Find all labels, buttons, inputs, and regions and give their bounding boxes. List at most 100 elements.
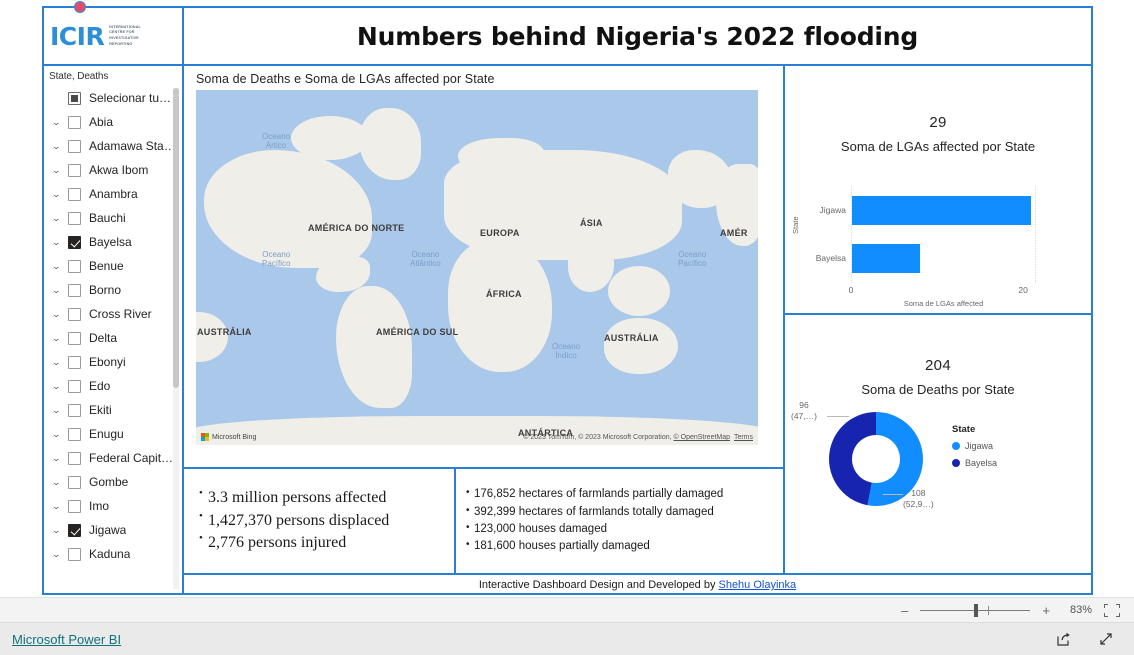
bar-category-label: Bayelsa [815, 253, 846, 263]
openstreetmap-link[interactable]: © OpenStreetMap [674, 434, 731, 441]
stat-item: 2,776 persons injured [199, 531, 389, 555]
stats-damage-list: 176,852 hectares of farmlands partially … [464, 485, 723, 556]
slicer-checkbox[interactable] [68, 235, 81, 249]
zoom-out-button[interactable]: – [901, 604, 908, 617]
slicer-checkbox[interactable] [68, 307, 81, 321]
zoom-slider-thumb[interactable] [974, 603, 979, 617]
map-visual[interactable]: Soma de Deaths e Soma de LGAs affected p… [184, 66, 783, 467]
chevron-down-icon[interactable]: ⌄ [52, 285, 67, 295]
chevron-down-icon[interactable]: ⌄ [52, 333, 67, 343]
slicer-checkbox[interactable] [68, 91, 81, 105]
slicer-scrollbar-thumb[interactable] [173, 88, 179, 388]
map-canvas[interactable]: Oceano Ártico Oceano Pacífico Oceano Atl… [196, 90, 758, 445]
slicer-item[interactable]: ⌄ Kaduna [44, 542, 182, 566]
chevron-down-icon[interactable]: ⌄ [52, 477, 67, 487]
chevron-down-icon[interactable]: ⌄ [52, 429, 67, 439]
slicer-item[interactable]: ⌄ Abia [44, 110, 182, 134]
chevron-down-icon[interactable]: ⌄ [52, 213, 67, 223]
powerbi-brand-link[interactable]: Microsoft Power BI [12, 632, 121, 647]
chevron-down-icon[interactable]: ⌄ [52, 381, 67, 391]
slicer-item[interactable]: ⌄ Imo [44, 494, 182, 518]
author-link[interactable]: Shehu Olayinka [718, 579, 796, 591]
slicer-checkbox[interactable] [68, 403, 81, 417]
slicer-item[interactable]: ⌄ Gombe [44, 470, 182, 494]
legend-label-bayelsa: Bayelsa [965, 458, 998, 468]
slicer-item[interactable]: ⌄ Selecionar tu… [44, 86, 182, 110]
slicer-item[interactable]: ⌄ Federal Capit… [44, 446, 182, 470]
slicer-item[interactable]: ⌄ Jigawa [44, 518, 182, 542]
slicer-checkbox[interactable] [68, 427, 81, 441]
chevron-down-icon[interactable]: ⌄ [52, 405, 67, 415]
slicer-item[interactable]: ⌄ Anambra [44, 182, 182, 206]
icir-logo-dot-icon [74, 1, 86, 13]
slicer-item-label: Ekiti [89, 403, 112, 417]
slicer-item-label: Enugu [89, 427, 124, 441]
slicer-checkbox[interactable] [68, 475, 81, 489]
legend-label-jigawa: Jigawa [965, 441, 994, 451]
slicer-item-list[interactable]: ⌄ Selecionar tu… ⌄ Abia ⌄ Adamawa Sta… ⌄ Akwa I… [44, 86, 182, 582]
slicer-item[interactable]: ⌄ Bayelsa [44, 230, 182, 254]
slicer-checkbox[interactable] [68, 163, 81, 177]
slicer-item[interactable]: ⌄ Akwa Ibom [44, 158, 182, 182]
slicer-checkbox[interactable] [68, 355, 81, 369]
legend-item-bayelsa[interactable]: Bayelsa [952, 458, 997, 468]
lgas-kpi-value: 29 [929, 114, 947, 131]
slicer-checkbox[interactable] [68, 211, 81, 225]
chevron-down-icon[interactable]: ⌄ [52, 309, 67, 319]
chevron-down-icon[interactable]: ⌄ [52, 141, 67, 151]
chevron-down-icon[interactable]: ⌄ [52, 549, 67, 559]
bar-segment[interactable] [852, 243, 921, 273]
slicer-checkbox[interactable] [68, 283, 81, 297]
chevron-down-icon[interactable]: ⌄ [52, 261, 67, 271]
share-icon[interactable] [1056, 631, 1072, 647]
chevron-down-icon[interactable]: ⌄ [52, 237, 67, 247]
donut-legend[interactable]: State Jigawa Bayelsa [952, 424, 997, 475]
ocean-label: Oceano Índico [552, 342, 581, 361]
deaths-donut-chart[interactable]: 96 (47,…) 108 (52,9…) State Jigawa Bayel… [785, 400, 1091, 560]
slicer-item[interactable]: ⌄ Adamawa Sta… [44, 134, 182, 158]
terms-link[interactable]: Terms [734, 434, 753, 441]
zoom-in-button[interactable]: + [1042, 604, 1050, 617]
bar-chart-plot-area[interactable]: Jigawa Bayelsa [816, 186, 1036, 283]
legend-item-jigawa[interactable]: Jigawa [952, 441, 997, 451]
chevron-down-icon[interactable]: ⌄ [52, 165, 67, 175]
continent-label: ÁSIA [580, 218, 603, 228]
chevron-down-icon[interactable]: ⌄ [52, 501, 67, 511]
state-slicer[interactable]: State, Deaths ⌄ Selecionar tu… ⌄ Abia ⌄ Adama… [44, 66, 184, 595]
slicer-checkbox[interactable] [68, 523, 81, 537]
slicer-item[interactable]: ⌄ Bauchi [44, 206, 182, 230]
slicer-checkbox[interactable] [68, 115, 81, 129]
slicer-checkbox[interactable] [68, 331, 81, 345]
slicer-checkbox[interactable] [68, 379, 81, 393]
fit-to-page-icon[interactable] [1104, 603, 1120, 617]
deaths-visual[interactable]: 204 Soma de Deaths por State 96 (47,…) 1… [785, 315, 1091, 573]
slicer-checkbox[interactable] [68, 187, 81, 201]
slicer-item[interactable]: ⌄ Cross River [44, 302, 182, 326]
chevron-down-icon[interactable]: ⌄ [52, 453, 67, 463]
lgas-affected-visual[interactable]: 29 Soma de LGAs affected por State State… [785, 66, 1091, 315]
slicer-item[interactable]: ⌄ Edo [44, 374, 182, 398]
slicer-item[interactable]: ⌄ Benue [44, 254, 182, 278]
chevron-down-icon[interactable]: ⌄ [52, 117, 67, 127]
slicer-checkbox[interactable] [68, 451, 81, 465]
slicer-checkbox[interactable] [68, 259, 81, 273]
slicer-item[interactable]: ⌄ Borno [44, 278, 182, 302]
zoom-slider[interactable] [920, 603, 1031, 617]
slicer-item[interactable]: ⌄ Delta [44, 326, 182, 350]
landmass-southeast-asia [608, 266, 670, 316]
slicer-item[interactable]: ⌄ Ebonyi [44, 350, 182, 374]
report-footer: Interactive Dashboard Design and Develop… [184, 573, 1091, 595]
bar-chart-row: Jigawa [820, 186, 1035, 234]
lgas-bar-chart[interactable]: State Jigawa Bayelsa 0 20 Soma de LGAs aff… [785, 186, 1091, 311]
chevron-down-icon[interactable]: ⌄ [52, 357, 67, 367]
map-attribution: © 2023 TomTom, © 2023 Microsoft Corporat… [523, 434, 753, 441]
fullscreen-icon[interactable] [1098, 631, 1114, 647]
chevron-down-icon[interactable]: ⌄ [52, 189, 67, 199]
chevron-down-icon[interactable]: ⌄ [52, 525, 67, 535]
slicer-item[interactable]: ⌄ Enugu [44, 422, 182, 446]
bar-segment[interactable] [852, 195, 1031, 225]
slicer-checkbox[interactable] [68, 139, 81, 153]
slicer-checkbox[interactable] [68, 499, 81, 513]
slicer-item[interactable]: ⌄ Ekiti [44, 398, 182, 422]
slicer-checkbox[interactable] [68, 547, 81, 561]
